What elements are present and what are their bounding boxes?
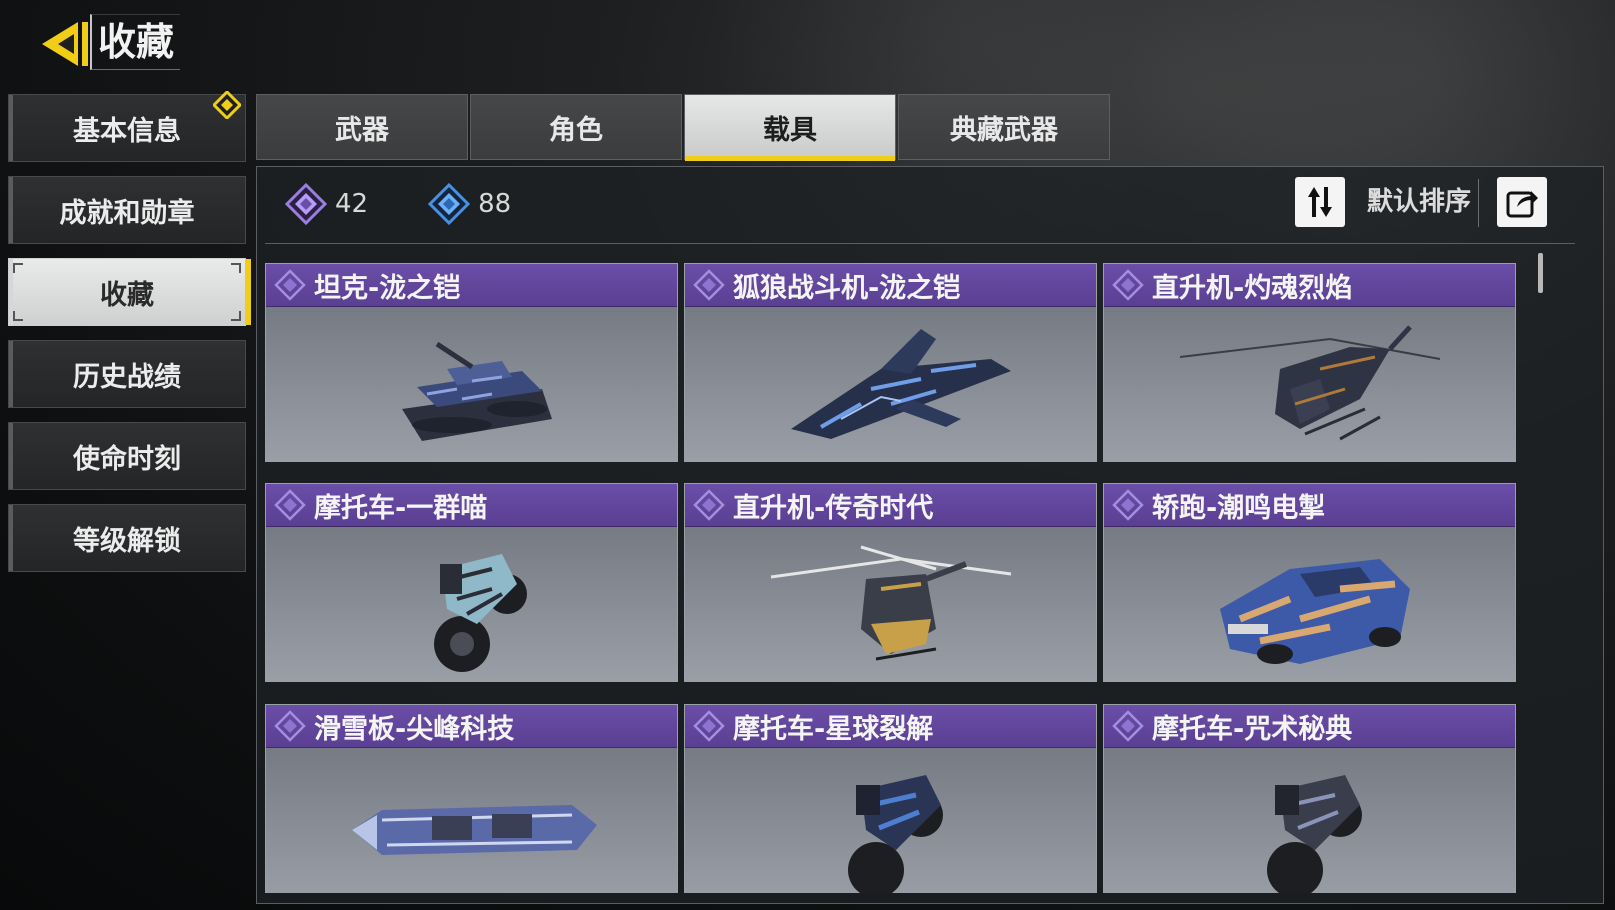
jet-icon bbox=[790, 328, 1011, 439]
helicopter-icon bbox=[1179, 324, 1440, 440]
rarity-diamond-icon bbox=[693, 489, 725, 521]
rarity-diamond-icon bbox=[1112, 710, 1144, 742]
blue-diamond-icon bbox=[428, 183, 471, 225]
share-icon bbox=[1506, 191, 1538, 218]
card-preview bbox=[266, 747, 677, 893]
vehicle-card[interactable]: 滑雪板-尖峰科技 bbox=[265, 704, 678, 893]
helicopter-icon bbox=[770, 545, 1011, 660]
card-preview bbox=[1104, 306, 1515, 461]
card-name: 直升机-灼魂烈焰 bbox=[1152, 272, 1353, 304]
purple-diamond-icon bbox=[285, 183, 327, 225]
blue-count-value: 88 bbox=[478, 189, 512, 219]
vehicle-card[interactable]: 摩托车-咒术秘典 bbox=[1103, 704, 1516, 893]
vehicle-grid: 坦克-泷之铠 狐狼战斗机-泷之铠 直升机-灼魂烈焰 摩托车-一群喵 直升机-传奇… bbox=[265, 263, 1521, 893]
back-button[interactable] bbox=[38, 18, 94, 70]
sort-arrows-icon bbox=[1308, 187, 1332, 217]
divider bbox=[1478, 179, 1479, 227]
sort-toggle-button[interactable] bbox=[1295, 177, 1345, 227]
car-icon bbox=[1219, 558, 1410, 664]
menu-item-label: 基本信息 bbox=[73, 115, 181, 147]
rarity-diamond-icon bbox=[274, 710, 306, 742]
vehicle-card[interactable]: 直升机-传奇时代 bbox=[684, 483, 1097, 682]
scrollbar-thumb[interactable] bbox=[1538, 253, 1543, 293]
back-arrow-icon bbox=[42, 22, 88, 66]
card-header: 坦克-泷之铠 bbox=[266, 264, 677, 307]
menu-item-label: 使命时刻 bbox=[73, 443, 181, 475]
card-header: 摩托车-星球裂解 bbox=[685, 705, 1096, 748]
rarity-diamond-icon bbox=[274, 269, 306, 301]
menu-item-label: 成就和勋章 bbox=[59, 197, 195, 229]
corner-decoration bbox=[231, 311, 241, 321]
card-header: 狐狼战斗机-泷之铠 bbox=[685, 264, 1096, 307]
card-preview bbox=[685, 306, 1096, 461]
menu-item-label: 历史战绩 bbox=[73, 361, 181, 393]
share-button[interactable] bbox=[1497, 177, 1547, 227]
motorcycle-icon bbox=[847, 774, 943, 893]
card-name: 坦克-泷之铠 bbox=[314, 272, 461, 304]
card-name: 摩托车-星球裂解 bbox=[733, 713, 934, 745]
header-divider bbox=[265, 243, 1575, 244]
corner-decoration bbox=[13, 263, 23, 273]
menu-item-label: 等级解锁 bbox=[73, 525, 181, 557]
menu-item-collection[interactable]: 收藏 bbox=[8, 258, 251, 326]
menu-item-basic-info[interactable]: 基本信息 bbox=[8, 91, 246, 162]
card-preview bbox=[266, 526, 677, 681]
motorcycle-icon bbox=[1266, 774, 1362, 893]
rarity-diamond-icon bbox=[1112, 269, 1144, 301]
vehicle-card[interactable]: 直升机-灼魂烈焰 bbox=[1103, 263, 1516, 462]
tab-characters[interactable]: 角色 bbox=[470, 94, 682, 160]
purple-count: 42 bbox=[285, 183, 368, 225]
purple-count-value: 42 bbox=[335, 189, 369, 219]
side-menu: 基本信息 成就和勋章 收藏 历史战绩 使命时刻 等级解锁 bbox=[8, 91, 251, 586]
card-name: 摩托车-一群喵 bbox=[314, 492, 488, 524]
tab-vehicles[interactable]: 载具 bbox=[684, 94, 896, 161]
rarity-diamond-icon bbox=[693, 710, 725, 742]
category-tabs: 武器 角色 载具 典藏武器 bbox=[256, 94, 1112, 161]
vehicle-card[interactable]: 轿跑-潮鸣电掣 bbox=[1103, 483, 1516, 682]
menu-item-moments[interactable]: 使命时刻 bbox=[8, 422, 246, 490]
card-header: 滑雪板-尖峰科技 bbox=[266, 705, 677, 748]
card-preview bbox=[685, 526, 1096, 681]
card-preview bbox=[266, 306, 677, 461]
notification-diamond-icon bbox=[213, 91, 241, 119]
card-header: 轿跑-潮鸣电掣 bbox=[1104, 484, 1515, 527]
rarity-diamond-icon bbox=[1112, 489, 1144, 521]
menu-item-achievements[interactable]: 成就和勋章 bbox=[8, 176, 246, 244]
menu-item-level-unlock[interactable]: 等级解锁 bbox=[8, 504, 246, 572]
rarity-diamond-icon bbox=[693, 269, 725, 301]
vehicle-card[interactable]: 狐狼战斗机-泷之铠 bbox=[684, 263, 1097, 462]
sort-label[interactable]: 默认排序 bbox=[1367, 181, 1471, 218]
card-header: 直升机-灼魂烈焰 bbox=[1104, 264, 1515, 307]
card-header: 直升机-传奇时代 bbox=[685, 484, 1096, 527]
menu-item-history[interactable]: 历史战绩 bbox=[8, 340, 246, 408]
card-name: 直升机-传奇时代 bbox=[733, 492, 934, 524]
vehicle-card[interactable]: 坦克-泷之铠 bbox=[265, 263, 678, 462]
tank-icon bbox=[401, 341, 552, 441]
card-name: 摩托车-咒术秘典 bbox=[1152, 713, 1353, 745]
card-preview bbox=[1104, 747, 1515, 893]
vehicle-card[interactable]: 摩托车-一群喵 bbox=[265, 483, 678, 682]
motorcycle-icon bbox=[433, 553, 527, 672]
snowboard-icon bbox=[351, 804, 597, 855]
corner-decoration bbox=[13, 311, 23, 321]
tab-legendary-weapons[interactable]: 典藏武器 bbox=[898, 94, 1110, 160]
tab-weapons[interactable]: 武器 bbox=[256, 94, 468, 160]
blue-count: 88 bbox=[428, 183, 511, 225]
collection-panel: 42 88 默认排序 坦克-泷之铠 狐狼战斗机-泷之铠 直升机-灼魂烈焰 摩托车… bbox=[256, 166, 1604, 904]
rarity-stats: 42 88 bbox=[285, 183, 571, 225]
card-preview bbox=[1104, 526, 1515, 681]
vehicle-card[interactable]: 摩托车-星球裂解 bbox=[684, 704, 1097, 893]
card-header: 摩托车-一群喵 bbox=[266, 484, 677, 527]
menu-item-label: 收藏 bbox=[100, 279, 154, 311]
page-title: 收藏 bbox=[90, 14, 181, 70]
card-name: 轿跑-潮鸣电掣 bbox=[1152, 492, 1326, 524]
card-name: 狐狼战斗机-泷之铠 bbox=[733, 272, 961, 304]
corner-decoration bbox=[231, 263, 241, 273]
card-preview bbox=[685, 747, 1096, 893]
rarity-diamond-icon bbox=[274, 489, 306, 521]
card-header: 摩托车-咒术秘典 bbox=[1104, 705, 1515, 748]
card-name: 滑雪板-尖峰科技 bbox=[314, 713, 515, 745]
